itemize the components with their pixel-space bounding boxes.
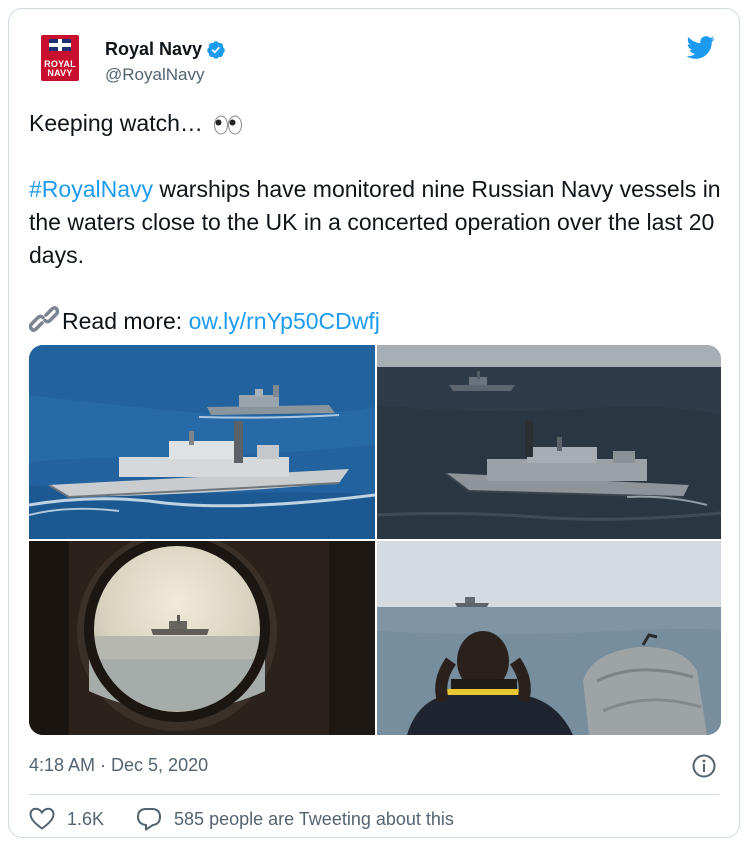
photo-warships-blue-sea[interactable] [29,345,375,539]
divider [29,794,719,795]
photo-porthole-view[interactable] [29,541,375,735]
display-name-text: Royal Navy [105,39,203,59]
read-more-link[interactable]: ow.ly/rnYp50CDwfj [189,308,380,334]
photo-sailor-binoculars[interactable] [377,541,721,735]
twitter-bird-icon[interactable] [685,33,717,61]
tweet-line1-text: Keeping watch… [29,110,203,136]
tweet-card: ROYAL NAVY Royal Navy @RoyalNavy Keeping… [8,8,740,838]
tweet-body: #RoyalNavy warships have monitored nine … [29,173,729,272]
info-icon[interactable] [691,753,717,779]
tweeting-about-button[interactable]: 585 people are Tweeting about this [136,807,454,831]
tweet-timestamp[interactable]: 4:18 AM · Dec 5, 2020 [29,755,208,776]
like-count: 1.6K [67,808,105,829]
heart-icon [29,807,55,830]
photo-4-image [377,541,721,735]
avatar-text-line2: NAVY [47,68,73,78]
tweet-text: Keeping watch… #RoyalNavy warships have … [29,107,729,338]
photo-1-image [29,345,375,539]
hashtag-link[interactable]: #RoyalNavy [29,176,153,202]
eyes-emoji-icon [214,115,243,135]
user-handle[interactable]: @RoyalNavy [105,65,204,85]
royal-navy-logo: ROYAL NAVY [41,35,79,81]
read-more-line: Read more: ow.ly/rnYp50CDwfj [29,305,729,338]
read-more-label: Read more: [62,308,189,334]
tweet-line1: Keeping watch… [29,107,729,140]
link-emoji-icon [29,306,59,332]
photo-2-image [377,345,721,539]
photo-frigate-grey-sea[interactable] [377,345,721,539]
tweet-actions: 1.6K 585 people are Tweeting about this [29,807,486,831]
union-flag-icon [49,39,71,51]
photo-3-image [29,541,375,735]
reply-bubble-icon [137,808,162,831]
like-button[interactable]: 1.6K [29,807,104,831]
tweeting-about-label: 585 people are Tweeting about this [174,808,454,829]
avatar[interactable]: ROYAL NAVY [31,29,89,87]
display-name[interactable]: Royal Navy [105,39,226,60]
verified-badge-icon [207,40,225,59]
media-grid [29,345,721,735]
